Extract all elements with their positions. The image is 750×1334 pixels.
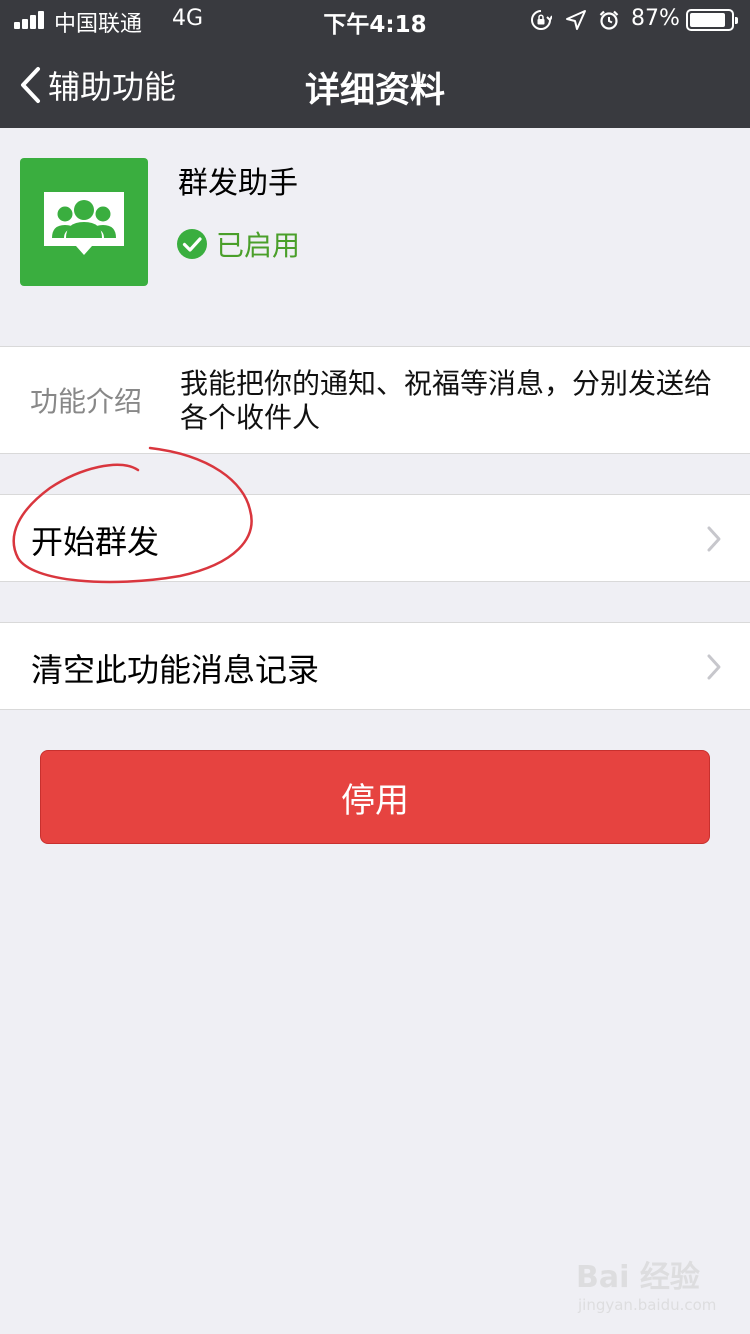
watermark-url: jingyan.baidu.com [578, 1296, 717, 1314]
chevron-right-icon [707, 526, 721, 552]
disable-button[interactable]: 停用 [40, 750, 710, 844]
plugin-name: 群发助手 [178, 166, 298, 201]
group-chat-icon [44, 192, 124, 255]
cell-label: 清空此功能消息记录 [31, 651, 320, 689]
intro-label: 功能介绍 [30, 385, 143, 418]
plugin-icon [20, 158, 148, 286]
status-text: 已启用 [216, 229, 301, 262]
start-broadcast-cell[interactable]: 开始群发 [0, 494, 750, 582]
top-bar: 中国联通 4G 下午4:18 87% 辅助功能 详细资料 [0, 0, 750, 128]
intro-text: 我能把你的通知、祝福等消息，分别发送给各个收件人 [180, 367, 713, 434]
plugin-header: 群发助手 已启用 [0, 128, 750, 314]
check-circle-icon [177, 229, 207, 259]
chevron-right-icon [707, 654, 721, 680]
alarm-icon [599, 10, 619, 30]
baidu-watermark: Bai 经验 jingyan.baidu.com [570, 1248, 720, 1320]
plugin-status: 已启用 [176, 224, 300, 264]
watermark-logo: Bai 经验 [576, 1260, 700, 1295]
rotation-lock-icon [531, 10, 552, 30]
status-bar: 中国联通 4G 下午4:18 87% [0, 0, 750, 40]
location-arrow-icon [566, 10, 586, 30]
page-title: 详细资料 [304, 71, 445, 111]
cell-label: 开始群发 [31, 523, 160, 561]
intro-section: 功能介绍 我能把你的通知、祝福等消息，分别发送给各个收件人 [0, 346, 750, 454]
battery-percent: 87% [631, 6, 680, 31]
battery-icon [686, 9, 738, 31]
clear-history-cell[interactable]: 清空此功能消息记录 [0, 622, 750, 710]
